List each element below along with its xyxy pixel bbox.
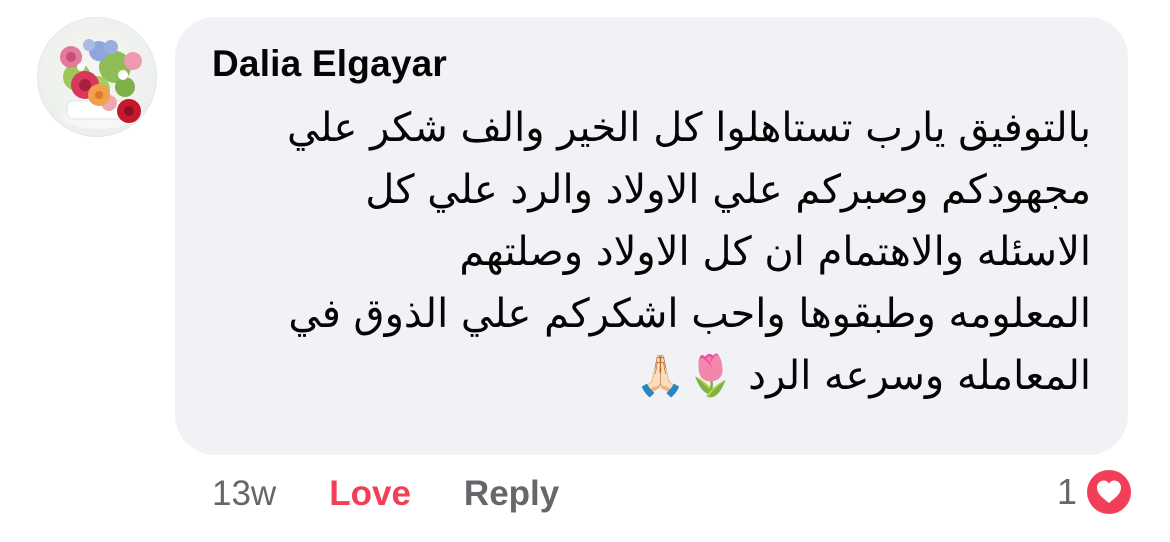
love-button[interactable]: Love	[329, 474, 411, 514]
reaction-count: 1	[1056, 471, 1077, 512]
flower-bouquet-avatar	[60, 39, 142, 129]
comment-timestamp[interactable]: 13w	[212, 474, 276, 514]
comment-text: بالتوفيق يارب تستاهلوا كل الخير والف شكر…	[286, 105, 1091, 399]
comment-actions: 13w Love Reply	[212, 474, 559, 514]
avatar[interactable]	[37, 17, 157, 137]
reaction-summary[interactable]: 1	[1057, 466, 1135, 518]
comment-bubble: Dalia Elgayar بالتوفيق يارب تستاهلوا كل …	[175, 17, 1128, 455]
comment-author[interactable]: Dalia Elgayar	[212, 43, 447, 85]
reply-button[interactable]: Reply	[464, 474, 559, 514]
heart-icon	[1083, 466, 1135, 518]
